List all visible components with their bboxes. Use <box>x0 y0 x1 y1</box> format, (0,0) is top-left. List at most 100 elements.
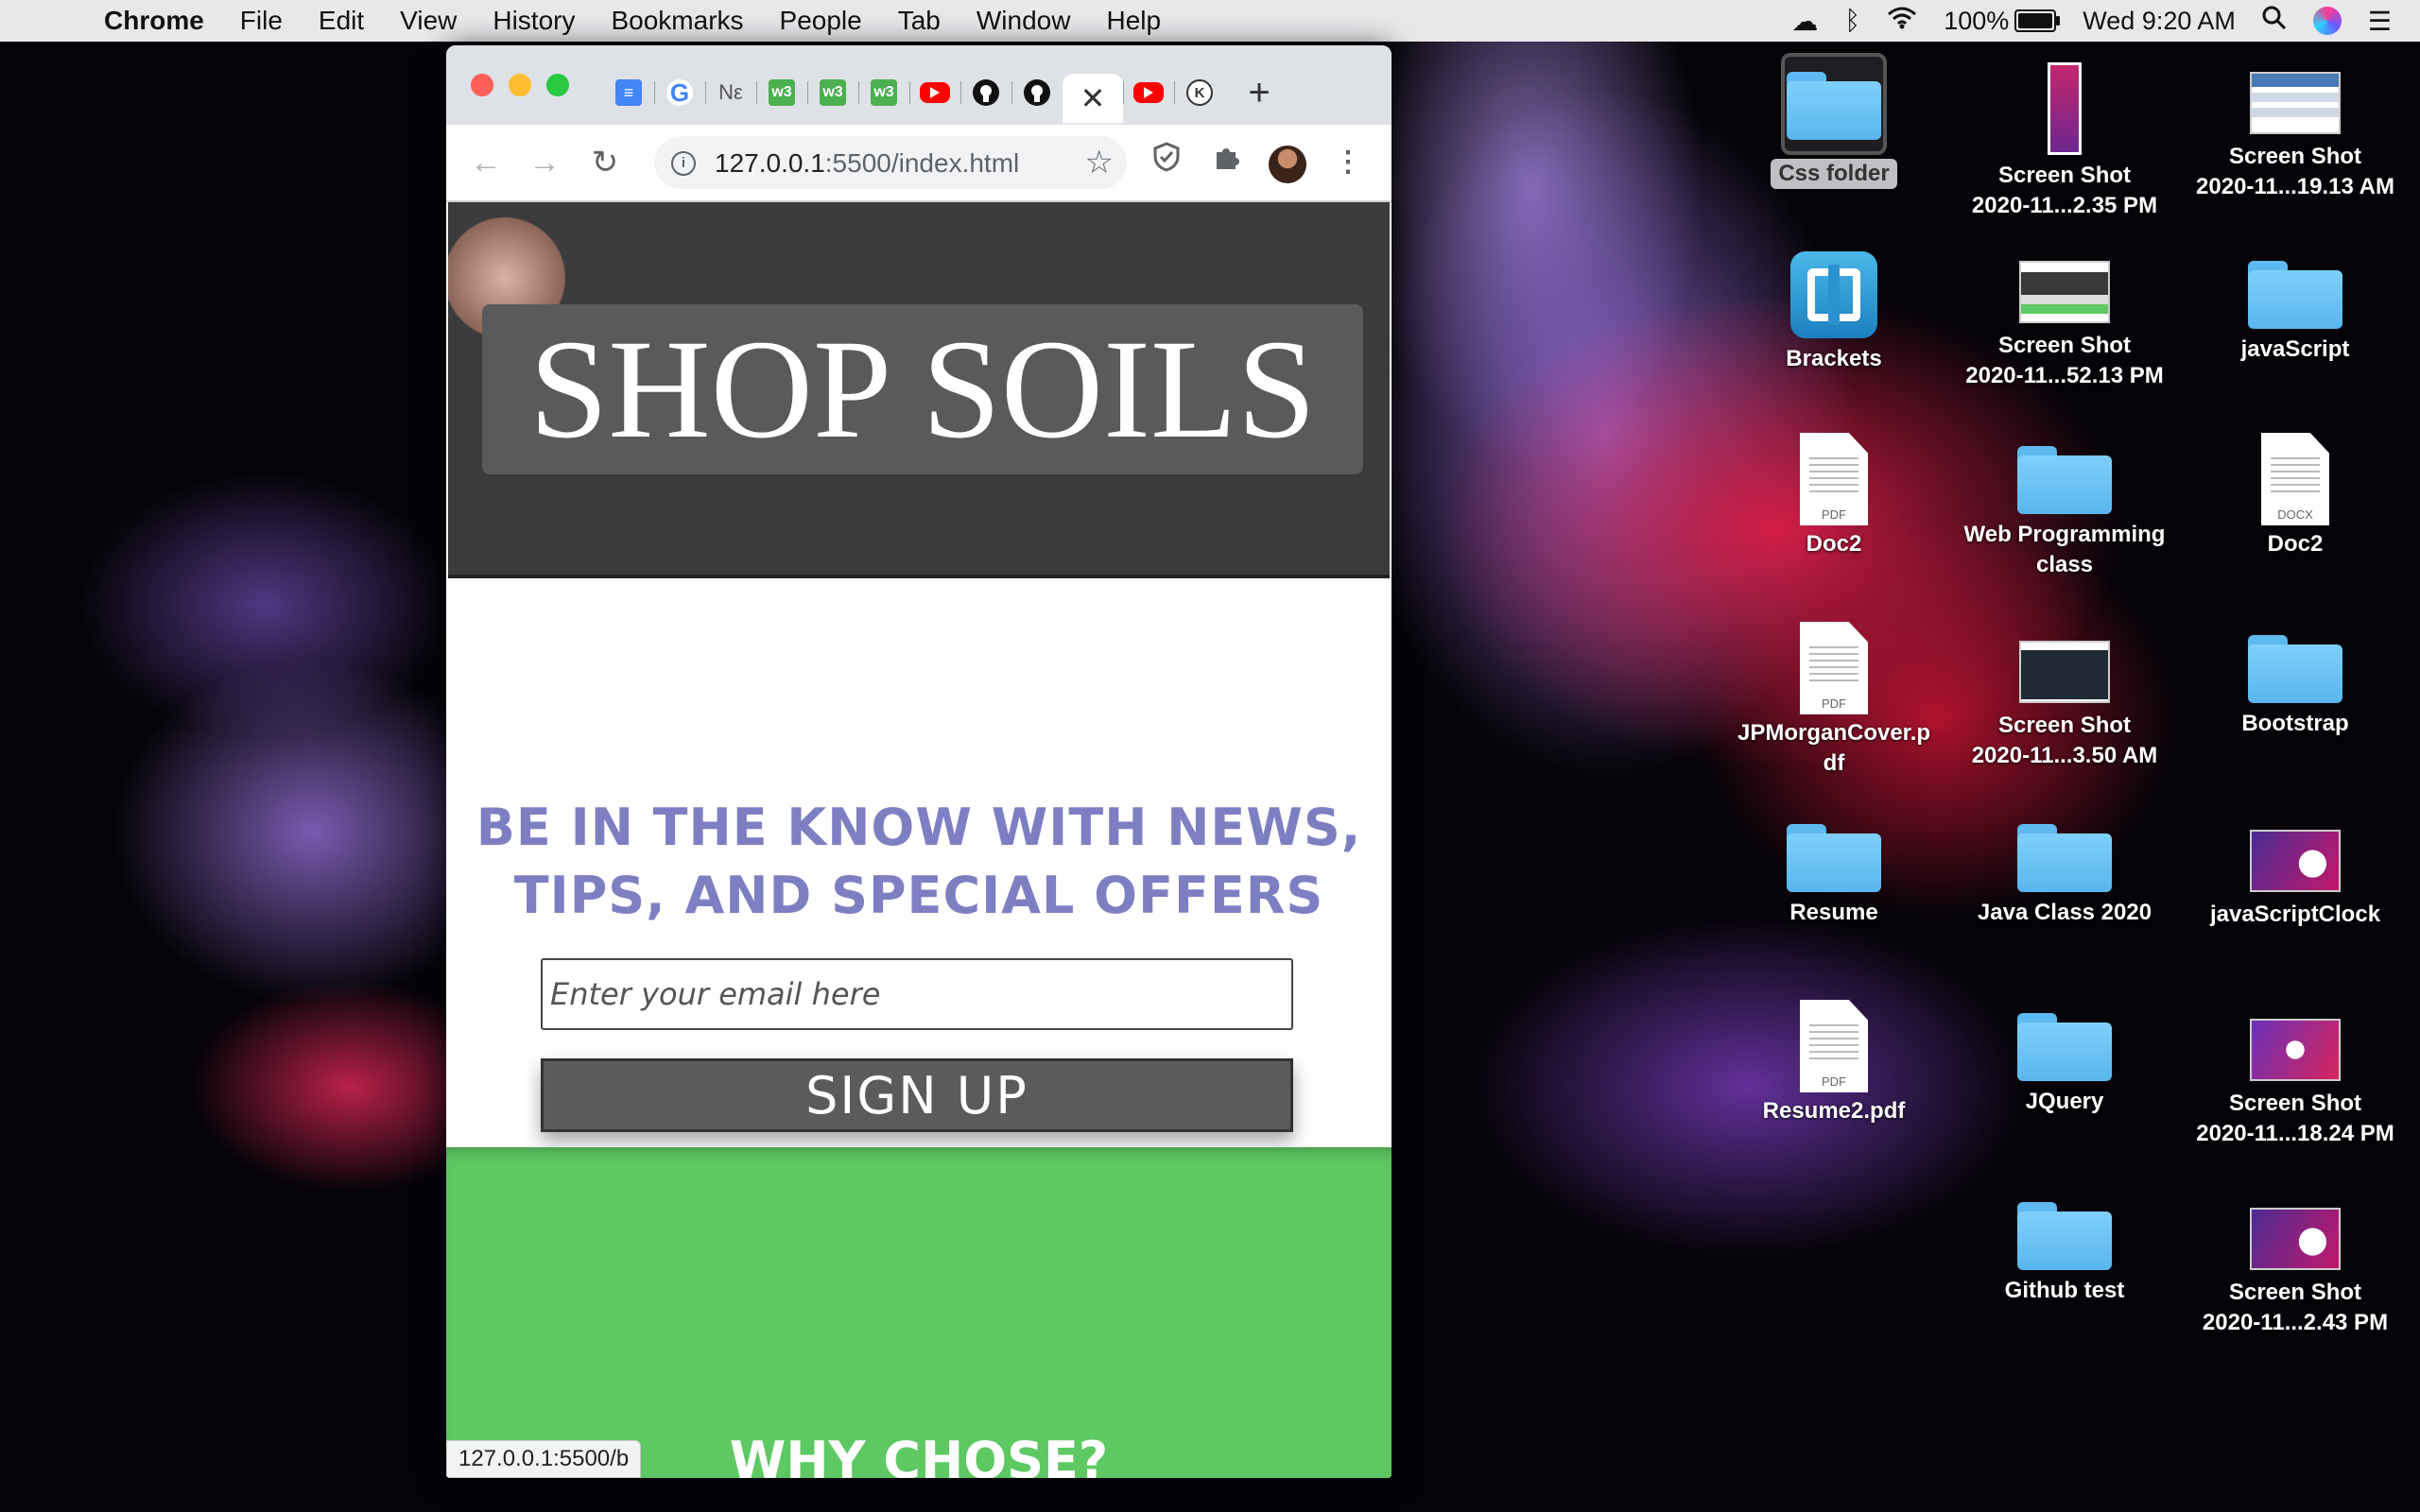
menu-file[interactable]: File <box>240 6 283 36</box>
tab-w3schools-2[interactable]: w3 <box>807 74 858 112</box>
screenshot-thumbnail-icon <box>2019 261 2110 323</box>
desktop-item-screenshot[interactable]: Screen Shot 2020-11...18.24 PM <box>2182 1000 2409 1149</box>
window-close-button[interactable] <box>471 74 493 96</box>
more-menu-icon[interactable]: ⋮ <box>1329 142 1367 183</box>
profile-avatar[interactable] <box>1269 146 1306 183</box>
back-arrow-icon[interactable]: ← <box>467 144 505 181</box>
tab-w3schools-3[interactable]: w3 <box>858 74 909 112</box>
desktop-item-javascript-clock[interactable]: javaScriptClock <box>2182 811 2409 930</box>
screenshot-thumbnail-icon <box>2019 641 2110 703</box>
desktop-item-github-test-folder[interactable]: Github test <box>1951 1189 2178 1306</box>
tab-strip: ≡ G Nε w3 w3 w3 ✕ K + <box>446 45 1392 125</box>
menu-history[interactable]: History <box>493 6 575 36</box>
menu-tab[interactable]: Tab <box>898 6 941 36</box>
hero-banner: SHOP SOILS <box>448 202 1390 578</box>
desktop-item-web-programming-folder[interactable]: Web Programming class <box>1951 433 2178 580</box>
desktop-item-bootstrap-folder[interactable]: Bootstrap <box>2182 622 2409 739</box>
desktop-item-brackets[interactable]: Brackets <box>1720 242 1947 374</box>
desktop-item-resume-folder[interactable]: Resume <box>1720 811 1947 928</box>
desktop-item-screenshot[interactable]: Screen Shot 2020-11...52.13 PM <box>1951 242 2178 391</box>
tab-ne[interactable]: Nε <box>705 74 756 112</box>
selection-highlight <box>1781 53 1887 155</box>
desktop-item-resume2-pdf[interactable]: PDF Resume2.pdf <box>1720 1000 1947 1126</box>
folder-icon <box>2017 1202 2112 1270</box>
folder-icon <box>2017 1013 2112 1081</box>
extensions-puzzle-icon[interactable] <box>1208 142 1246 183</box>
forward-arrow-icon[interactable]: → <box>526 144 563 181</box>
menu-extras: ☁ ᛒ 100% Wed 9:20 AM ☰ <box>1791 0 2392 42</box>
desktop-item-screenshot[interactable]: Screen Shot 2020-11...3.50 AM <box>1951 622 2178 771</box>
browser-toolbar: ← → ↻ i 127.0.0.1:5500/index.html ☆ ⋮ <box>446 125 1392 202</box>
tab-active[interactable]: ✕ <box>1063 74 1123 123</box>
desktop-item-screenshot[interactable]: Screen Shot 2020-11...19.13 AM <box>2182 53 2409 202</box>
tab-github-2[interactable] <box>1011 74 1063 112</box>
menu-edit[interactable]: Edit <box>319 6 364 36</box>
desktop-item-label: Doc2 <box>1806 531 1862 557</box>
folder-icon <box>2017 824 2112 892</box>
desktop-item-label: JPMorganCover.p df <box>1737 720 1931 776</box>
menu-bar: Chrome File Edit View History Bookmarks … <box>0 0 2420 42</box>
tab-youtube-1[interactable] <box>909 74 960 112</box>
desktop-item-label: Brackets <box>1786 346 1882 371</box>
url-text[interactable]: 127.0.0.1:5500/index.html <box>715 148 1019 179</box>
email-field[interactable] <box>541 958 1293 1030</box>
tab-k[interactable]: K <box>1174 74 1225 112</box>
w3schools-icon: w3 <box>820 79 846 106</box>
siri-icon[interactable] <box>2312 7 2342 35</box>
youtube-icon <box>920 82 950 103</box>
desktop-item-jquery-folder[interactable]: JQuery <box>1951 1000 2178 1117</box>
tab-github-1[interactable] <box>960 74 1011 112</box>
google-docs-icon: ≡ <box>615 79 642 106</box>
folder-icon <box>1787 824 1881 892</box>
desktop-item-label: Screen Shot 2020-11...2.35 PM <box>1971 163 2158 218</box>
menu-clock[interactable]: Wed 9:20 AM <box>2083 7 2236 36</box>
github-icon <box>973 79 999 106</box>
shield-extension-icon[interactable] <box>1148 142 1185 183</box>
tab-google-docs[interactable]: ≡ <box>603 74 654 112</box>
reload-icon[interactable]: ↻ <box>586 144 624 181</box>
desktop-item-css-folder[interactable]: Css folder <box>1720 53 1947 189</box>
notification-center-icon[interactable]: ☰ <box>2368 6 2392 37</box>
desktop-item-doc2-pdf[interactable]: PDF Doc2 <box>1720 433 1947 559</box>
close-tab-icon[interactable]: ✕ <box>1080 80 1106 116</box>
folder-icon <box>1787 72 1881 140</box>
menu-view[interactable]: View <box>400 6 457 36</box>
battery-fill <box>2018 13 2053 28</box>
page-title: SHOP SOILS <box>482 304 1363 474</box>
desktop-item-doc2-docx[interactable]: DOCX Doc2 <box>2182 433 2409 559</box>
tab-youtube-2[interactable] <box>1123 74 1174 112</box>
desktop-item-screenshot[interactable]: Screen Shot 2020-11...2.35 PM <box>1951 53 2178 221</box>
google-icon: G <box>666 78 693 107</box>
window-minimize-button[interactable] <box>509 74 531 96</box>
desktop-item-label: Screen Shot 2020-11...3.50 AM <box>1971 713 2158 768</box>
menu-app-chrome[interactable]: Chrome <box>104 6 204 36</box>
address-bar[interactable]: i 127.0.0.1:5500/index.html ☆ <box>654 136 1127 189</box>
menu-people[interactable]: People <box>780 6 862 36</box>
menu-bookmarks[interactable]: Bookmarks <box>611 6 743 36</box>
bluetooth-icon[interactable]: ᛒ <box>1844 6 1860 36</box>
wifi-icon[interactable] <box>1887 6 1917 36</box>
desktop-item-java-class-folder[interactable]: Java Class 2020 <box>1951 811 2178 928</box>
menu-window[interactable]: Window <box>977 6 1071 36</box>
sign-up-button[interactable]: SIGN UP <box>541 1058 1293 1132</box>
tab-google[interactable]: G <box>654 74 705 112</box>
desktop-item-label: Screen Shot 2020-11...52.13 PM <box>1965 333 2164 388</box>
site-info-icon[interactable]: i <box>671 151 696 176</box>
desktop-item-label: Java Class 2020 <box>1977 900 2152 925</box>
window-zoom-button[interactable] <box>546 74 569 96</box>
features-section: WHY CHOSE? <box>446 1147 1392 1478</box>
desktop-item-label: Css folder <box>1771 159 1897 189</box>
desktop-item-screenshot[interactable]: Screen Shot 2020-11...2.43 PM <box>2182 1189 2409 1338</box>
bookmark-star-icon[interactable]: ☆ <box>1085 144 1114 181</box>
spotlight-search-icon[interactable] <box>2262 6 2287 37</box>
tab-w3schools-1[interactable]: w3 <box>756 74 807 112</box>
new-tab-button[interactable]: + <box>1233 72 1286 113</box>
battery-indicator[interactable]: 100% <box>1944 7 2061 36</box>
menu-help[interactable]: Help <box>1106 6 1161 36</box>
folder-icon <box>2248 261 2342 329</box>
creative-cloud-icon[interactable]: ☁ <box>1791 6 1818 37</box>
pdf-document-icon: PDF <box>1800 622 1868 714</box>
desktop-item-jpmorgan-pdf[interactable]: PDF JPMorganCover.p df <box>1720 622 1947 779</box>
desktop-item-javascript-folder[interactable]: javaScript <box>2182 242 2409 365</box>
screenshot-thumbnail-icon <box>2250 72 2341 134</box>
